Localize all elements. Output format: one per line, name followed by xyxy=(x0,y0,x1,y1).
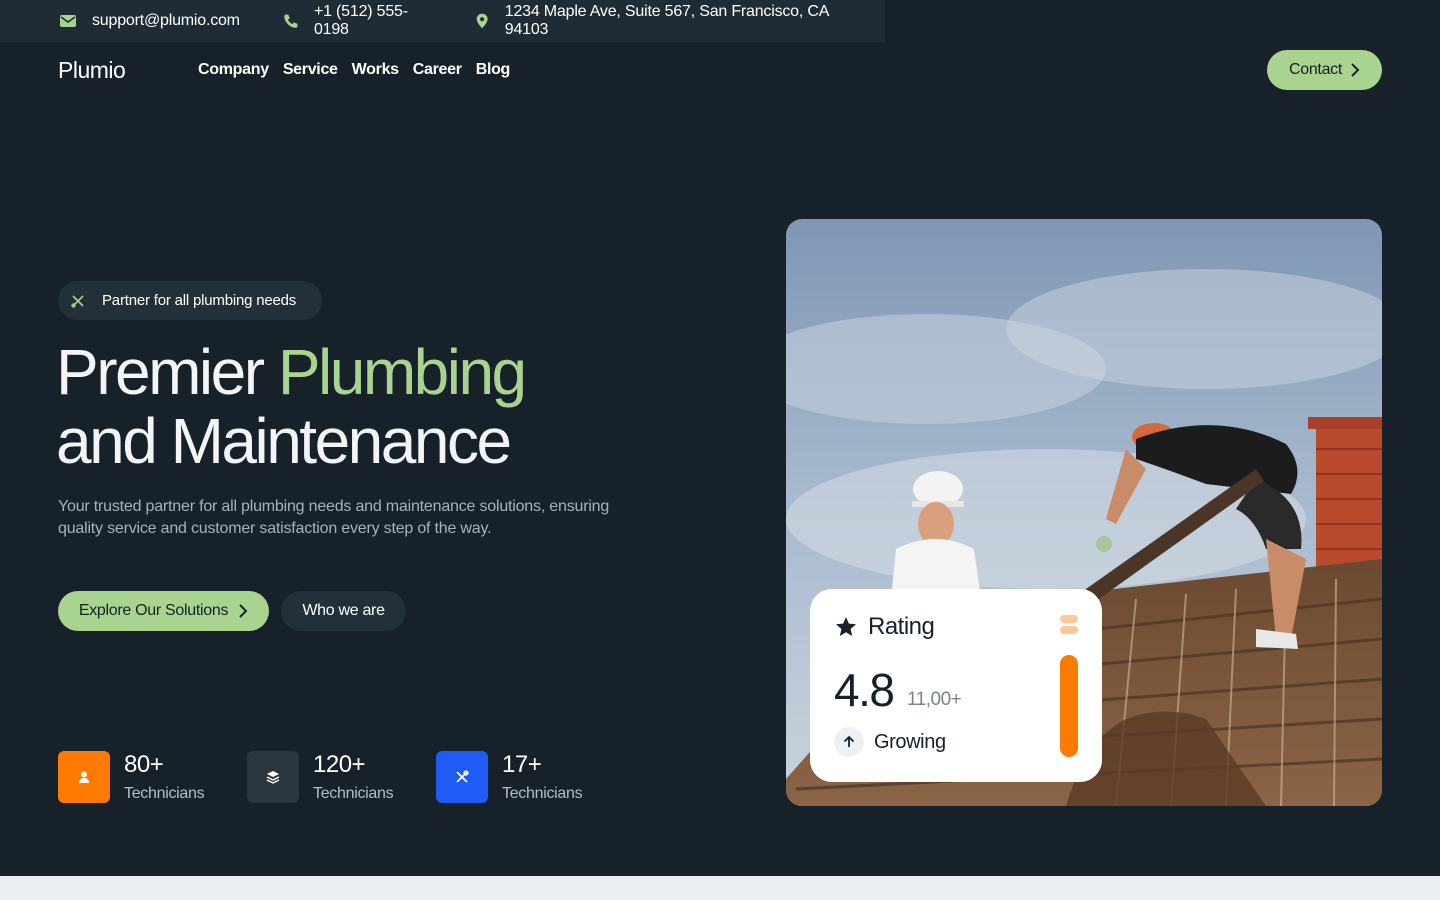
rating-value: 4.8 xyxy=(834,664,895,716)
arrow-up-icon xyxy=(834,727,864,757)
headline-highlight: Plumbing xyxy=(277,336,527,408)
phone-icon xyxy=(284,14,298,28)
chevron-right-icon xyxy=(1351,63,1360,77)
top-contact-bar: support@plumio.com +1 (512) 555-0198 123… xyxy=(0,0,885,42)
location-pin-icon xyxy=(476,13,488,29)
stat-item: 80+ Technicians xyxy=(58,751,247,803)
rating-trend-text: Growing xyxy=(874,730,946,753)
explore-solutions-button[interactable]: Explore Our Solutions xyxy=(58,591,269,631)
next-section-edge xyxy=(0,876,1440,900)
rating-title: Rating xyxy=(834,613,935,641)
headline-part2: and Maintenance xyxy=(56,405,512,477)
rating-card: Rating 4.8 11,00+ Growing xyxy=(810,589,1102,782)
stat-item: 17+ Technicians xyxy=(436,751,625,803)
main-nav: Plumio Company Service Works Career Blog… xyxy=(58,50,1382,90)
who-we-are-label: Who we are xyxy=(302,602,385,619)
tools-icon xyxy=(436,751,488,803)
stat-value: 80+ xyxy=(124,751,164,778)
hero-description: Your trusted partner for all plumbing ne… xyxy=(58,498,610,537)
phone-text: +1 (512) 555-0198 xyxy=(313,3,408,38)
address-text: 1234 Maple Ave, Suite 567, San Francisco… xyxy=(504,3,829,38)
headline-part1: Premier xyxy=(56,336,278,408)
stat-value: 17+ xyxy=(502,751,542,778)
stat-label: Technicians xyxy=(502,785,583,802)
explore-solutions-label: Explore Our Solutions xyxy=(78,602,229,619)
stat-label: Technicians xyxy=(124,785,205,802)
contact-button-label: Contact xyxy=(1288,61,1343,78)
stat-item: 120+ Technicians xyxy=(247,751,436,803)
stat-label: Technicians xyxy=(313,785,394,802)
gauge-track-mid xyxy=(1060,626,1078,634)
contact-button[interactable]: Contact xyxy=(1267,50,1382,90)
address-contact[interactable]: 1234 Maple Ave, Suite 567, San Francisco… xyxy=(473,3,843,39)
star-icon xyxy=(836,617,856,636)
layers-icon xyxy=(247,751,299,803)
gauge-track-top xyxy=(1060,615,1078,623)
nav-item-service[interactable]: Service xyxy=(283,61,338,79)
hero-headline: Premier Plumbing and Maintenance xyxy=(56,338,736,476)
user-icon xyxy=(58,751,110,803)
nav-item-blog[interactable]: Blog xyxy=(476,61,511,79)
tools-icon xyxy=(71,294,84,308)
phone-contact[interactable]: +1 (512) 555-0198 xyxy=(282,3,431,39)
email-contact[interactable]: support@plumio.com xyxy=(58,11,240,31)
rating-count: 11,00+ xyxy=(907,689,962,710)
nav-item-career[interactable]: Career xyxy=(413,61,462,79)
rating-trend: Growing xyxy=(834,727,946,757)
stat-value: 120+ xyxy=(313,751,366,778)
stats-row: 80+ Technicians 120+ Technicians 17+ Tec… xyxy=(58,751,625,803)
hero-badge: Partner for all plumbing needs xyxy=(58,281,322,320)
mail-icon xyxy=(60,15,76,27)
rating-gauge xyxy=(1060,615,1078,757)
gauge-fill xyxy=(1060,655,1078,757)
nav-menu: Company Service Works Career Blog xyxy=(198,61,510,79)
logo[interactable]: Plumio xyxy=(58,57,198,84)
nav-item-works[interactable]: Works xyxy=(352,61,399,79)
chevron-right-icon xyxy=(239,604,248,618)
who-we-are-button[interactable]: Who we are xyxy=(281,591,406,631)
hero-badge-text: Partner for all plumbing needs xyxy=(102,292,297,309)
email-text: support@plumio.com xyxy=(92,12,240,29)
nav-item-company[interactable]: Company xyxy=(198,61,269,79)
rating-title-text: Rating xyxy=(868,613,935,640)
